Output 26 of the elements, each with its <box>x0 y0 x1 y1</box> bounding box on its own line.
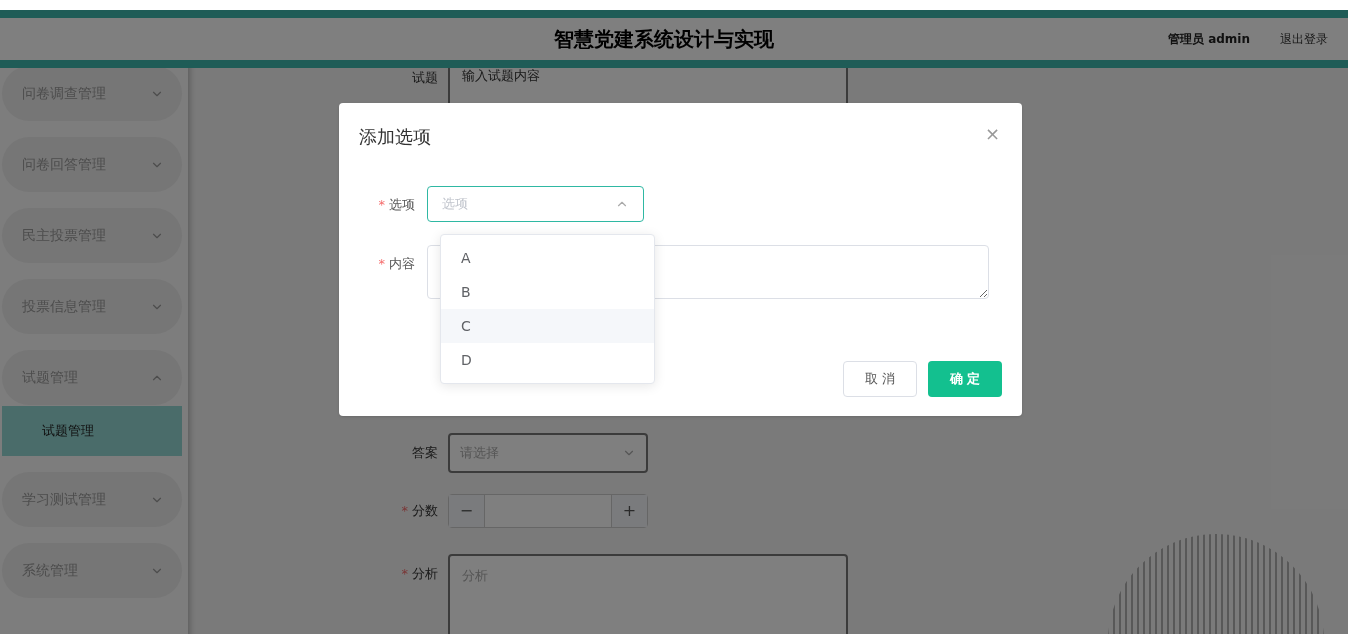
system-title: 智慧党建系统设计与实现 <box>554 26 774 53</box>
dropdown-option[interactable]: C <box>441 309 654 343</box>
required-mark: * <box>378 197 385 212</box>
required-mark: * <box>401 503 408 519</box>
dropdown-option[interactable]: A <box>441 241 654 275</box>
required-mark: * <box>378 256 385 271</box>
increment-button[interactable]: + <box>611 495 647 527</box>
field-label-text: 分析 <box>412 566 438 581</box>
dropdown-option[interactable]: B <box>441 275 654 309</box>
dialog-title: 添加选项 <box>359 125 431 149</box>
field-label-text: 分数 <box>412 503 438 519</box>
field-label-text: 选项 <box>389 197 415 212</box>
field-label: 试题 <box>411 69 438 87</box>
confirm-button[interactable]: 确 定 <box>928 361 1002 397</box>
user-name: 管理员 admin <box>1167 31 1250 48</box>
sidebar-submenu-item[interactable]: 试题管理 <box>2 406 182 456</box>
decrement-button[interactable]: − <box>449 495 485 527</box>
option-select[interactable]: 选项 <box>427 186 644 222</box>
field-label: 答案 <box>411 444 438 463</box>
close-button[interactable]: × <box>984 125 1000 143</box>
required-mark: * <box>401 566 408 581</box>
field-label-text: 内容 <box>389 256 415 271</box>
logout-link[interactable]: 退出登录 <box>1280 30 1328 48</box>
score-stepper[interactable]: − + <box>448 494 648 528</box>
dropdown-option[interactable]: D <box>441 343 654 377</box>
cancel-button[interactable]: 取 消 <box>843 361 917 397</box>
